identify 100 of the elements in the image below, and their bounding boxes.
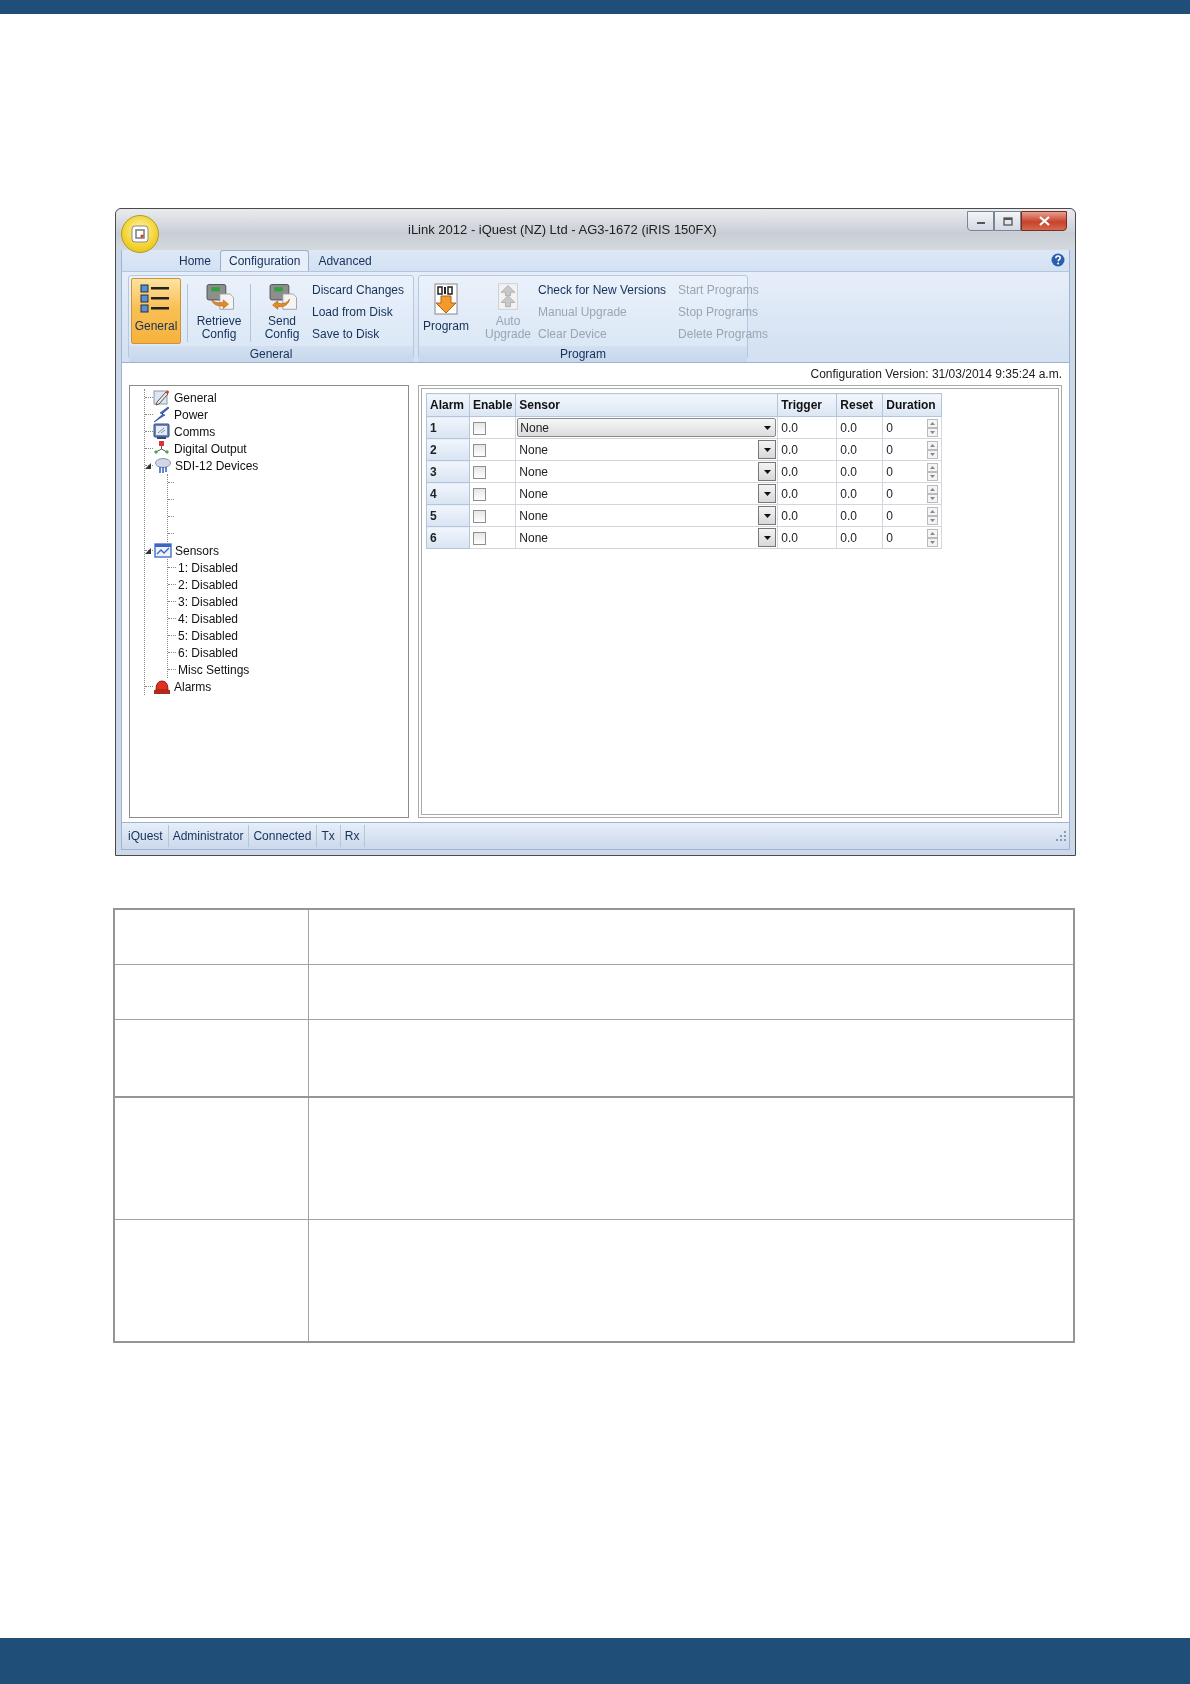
duration-value[interactable]: 0 (886, 508, 894, 523)
lightning-icon (153, 406, 171, 423)
row-header: 5 (426, 504, 470, 527)
sensor-dropdown[interactable]: None (517, 528, 777, 547)
config-version: Configuration Version: 31/03/2014 9:35:24 a.m. (810, 367, 1062, 381)
column-header[interactable]: Sensor (515, 393, 778, 417)
duration-value[interactable]: 0 (886, 530, 894, 545)
sensor-dropdown[interactable]: None (517, 440, 777, 459)
table-cell: 0.0 (836, 482, 883, 505)
maximize-button[interactable] (994, 211, 1021, 231)
siren-icon (153, 678, 171, 695)
checkbox[interactable] (473, 465, 486, 479)
status-item: iQuest (124, 825, 169, 847)
ribbon-link[interactable]: Discard Changes (310, 280, 407, 300)
tree-item[interactable]: Power (174, 407, 208, 422)
table-cell: 0.0 (777, 482, 837, 505)
checkbox[interactable] (473, 531, 486, 545)
spinner-icon (927, 484, 939, 503)
close-button[interactable] (1021, 211, 1067, 231)
table-cell: 0.0 (836, 526, 883, 549)
logo-icon (131, 225, 149, 243)
table-cell: 0.0 (777, 526, 837, 549)
tree-item[interactable]: Comms (174, 424, 216, 439)
table-cell: 0.0 (836, 416, 883, 439)
ribbon-link[interactable]: Load from Disk (310, 302, 407, 322)
spinner-icon (927, 462, 939, 481)
ribbon-tab[interactable]: Advanced (309, 250, 381, 271)
column-header[interactable]: Reset (836, 393, 883, 417)
resize-grip-icon (1056, 831, 1066, 841)
status-item: Rx (340, 825, 366, 847)
dropdown-arrow-icon (763, 469, 771, 474)
ribbon-tab[interactable]: Home (170, 250, 220, 271)
table-cell: 0.0 (836, 460, 883, 483)
window-title: iLink 2012 - iQuest (NZ) Ltd - AG3-1672 (iRIS 150FX) (408, 222, 717, 237)
row-header: 3 (426, 460, 470, 483)
sensor-dropdown[interactable]: None (517, 462, 777, 481)
spinner-icon (927, 418, 939, 437)
ribbon-button[interactable]: General (131, 278, 181, 344)
row-header: 1 (426, 416, 470, 439)
duration-value[interactable]: 0 (886, 420, 894, 435)
spinner-icon (927, 528, 939, 547)
table-cell: 0.0 (777, 504, 837, 527)
tree-item[interactable]: Digital Output (174, 441, 247, 456)
sensor-dropdown[interactable]: None (517, 506, 777, 525)
dropdown-arrow-icon (763, 425, 771, 430)
checkbox[interactable] (473, 487, 486, 501)
ribbon-button[interactable]: Send Config (257, 278, 307, 344)
app-menu-button[interactable] (121, 215, 159, 253)
tree-item[interactable]: 3: Disabled (178, 594, 239, 609)
duration-value[interactable]: 0 (886, 464, 894, 479)
table-cell: 0.0 (777, 438, 837, 461)
tree-item[interactable]: 2: Disabled (178, 577, 239, 592)
tree-item[interactable]: 4: Disabled (178, 611, 239, 626)
dropdown-arrow-icon (763, 491, 771, 496)
column-header[interactable]: Enable (469, 393, 516, 417)
spinner-icon (927, 440, 939, 459)
checkbox[interactable] (473, 421, 486, 435)
tree-item[interactable]: 5: Disabled (178, 628, 239, 643)
tree-item[interactable]: SDI-12 Devices (175, 458, 259, 473)
column-header[interactable]: Trigger (777, 393, 837, 417)
dropdown-arrow-icon (763, 535, 771, 540)
checkbox[interactable] (473, 443, 486, 457)
dropdown-arrow-icon (763, 513, 771, 518)
row-header: 6 (426, 526, 470, 549)
table-cell: 0.0 (836, 438, 883, 461)
close-icon (1038, 216, 1050, 226)
dropdown-arrow-icon (763, 447, 771, 452)
tree-item[interactable]: Sensors (175, 543, 220, 558)
row-header: 2 (426, 438, 470, 461)
tree-item[interactable]: Misc Settings (178, 662, 250, 677)
group-label: Program (419, 346, 747, 362)
sensor-dropdown[interactable]: None (517, 418, 777, 437)
sensor-dropdown[interactable]: None (517, 484, 777, 503)
duration-value[interactable]: 0 (886, 442, 894, 457)
ribbon-link[interactable]: Save to Disk (310, 324, 407, 344)
duration-value[interactable]: 0 (886, 486, 894, 501)
maximize-icon (1002, 216, 1013, 226)
cloud-icon (154, 457, 172, 474)
ribbon-tab[interactable]: Configuration (220, 250, 310, 271)
checkbox[interactable] (473, 509, 486, 523)
output-icon (153, 440, 171, 457)
status-item: Tx (317, 825, 341, 847)
status-item: Administrator (168, 825, 250, 847)
table-cell: 0.0 (777, 460, 837, 483)
tree-item[interactable]: 1: Disabled (178, 560, 239, 575)
minimize-button[interactable] (967, 211, 994, 231)
group-label: General (129, 346, 413, 362)
chart-icon (154, 542, 172, 559)
tree-item[interactable]: 6: Disabled (178, 645, 239, 660)
tree-item[interactable]: General (174, 390, 217, 405)
ribbon-button[interactable]: Program (421, 278, 471, 344)
ribbon-link[interactable]: Check for New Versions (536, 280, 669, 300)
monitor-icon (153, 423, 171, 440)
spinner-icon (927, 506, 939, 525)
status-item: Connected (249, 825, 318, 847)
column-header[interactable]: Alarm (426, 393, 470, 417)
row-header: 4 (426, 482, 470, 505)
ribbon-button[interactable]: Retrieve Config (194, 278, 244, 344)
column-header[interactable]: Duration (882, 393, 942, 417)
tree-item[interactable]: Alarms (174, 679, 212, 694)
